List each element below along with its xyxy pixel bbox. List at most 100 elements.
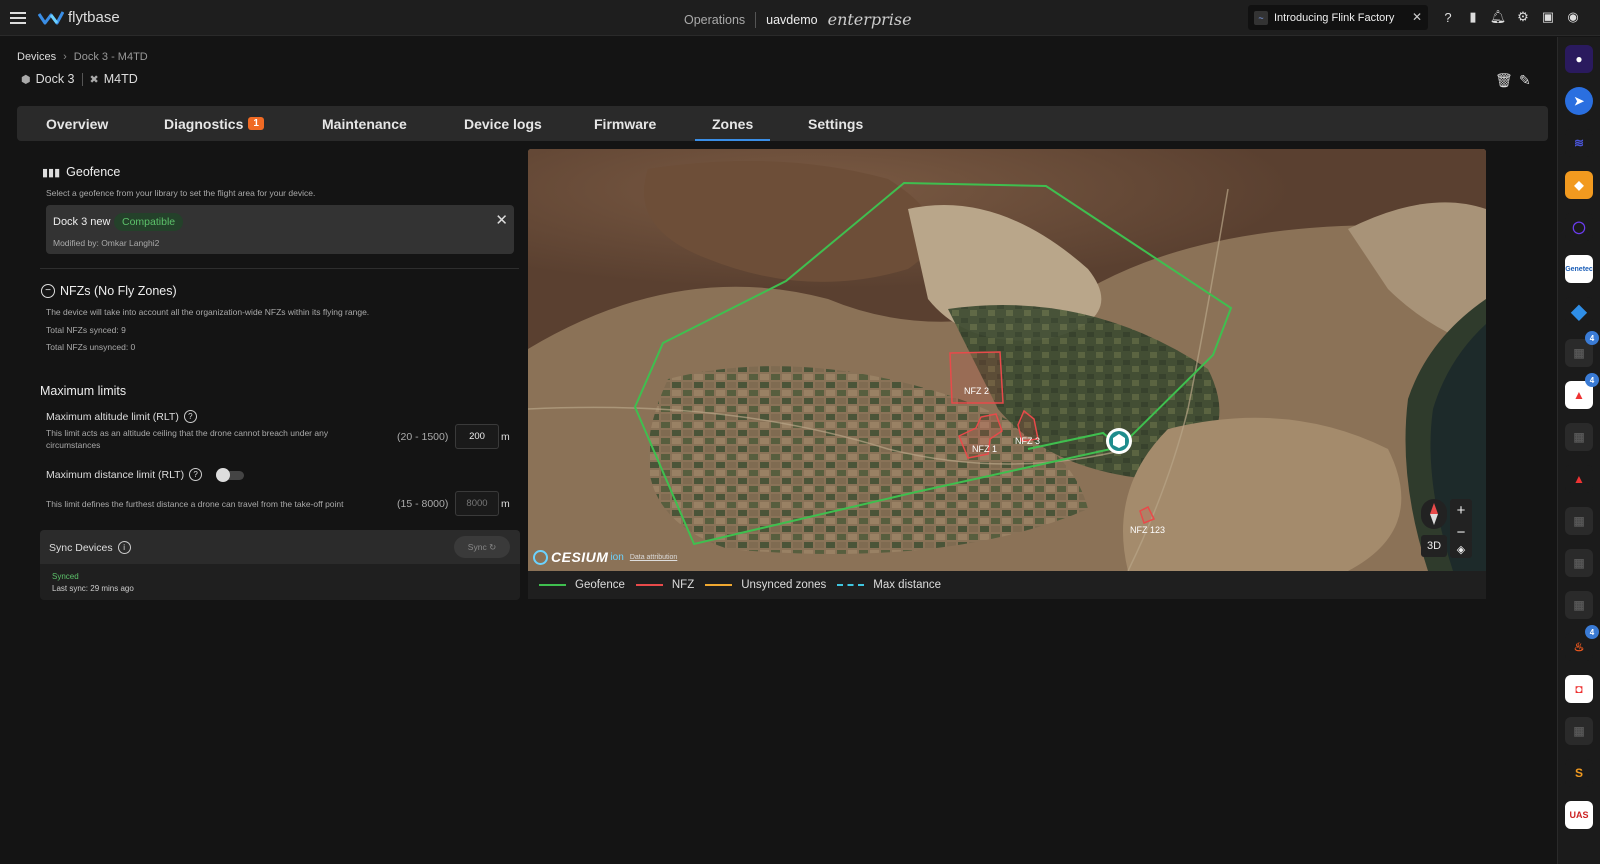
rail-app-5[interactable]: ◯ [1565, 213, 1593, 241]
zoom-out-icon[interactable]: − [1457, 524, 1466, 541]
rail-app-fire[interactable]: ♨ 4 [1565, 625, 1599, 661]
sync-status: Synced [52, 572, 79, 581]
no-entry-icon: − [41, 284, 55, 298]
rail-app-10[interactable]: ▦ [1565, 423, 1593, 451]
info-icon[interactable]: i [117, 541, 131, 554]
flink-icon: ~ [1254, 10, 1268, 25]
tab-label: Diagnostics [164, 115, 244, 132]
divider [81, 72, 83, 86]
divider [40, 268, 519, 269]
compatible-badge: Compatible [114, 213, 184, 231]
notification-bell-icon[interactable]: 🔔︎ [1490, 9, 1507, 25]
distance-limit-input[interactable]: 8000 [455, 491, 499, 516]
rail-app-4[interactable]: ◆ [1565, 171, 1593, 199]
rail-app-genetec[interactable]: Genetec [1565, 255, 1593, 283]
compass-needle-icon [1430, 503, 1438, 525]
flytbase-logo-icon [38, 10, 64, 24]
data-attribution-link[interactable]: Data attribution [630, 554, 677, 561]
edit-icon[interactable]: ✎ [1519, 72, 1531, 89]
altitude-limit-text: Maximum altitude limit (RLT) [46, 410, 179, 423]
dock-name: Dock 3 [35, 72, 75, 86]
tab-zones[interactable]: Zones [694, 106, 771, 141]
sync-devices-header: Sync Devices i Sync ↻ [40, 530, 520, 564]
remove-geofence-close-icon[interactable]: ✕ [495, 211, 508, 229]
breadcrumb-devices[interactable]: Devices [17, 51, 56, 63]
delete-icon[interactable]: 🗑︎ [1495, 72, 1513, 89]
cesium-attribution: CESIUM ion Data attribution [533, 549, 677, 565]
rail-app-18[interactable]: S [1565, 759, 1593, 787]
legend-label: Geofence [575, 579, 625, 591]
cesium-logo-icon [533, 549, 548, 565]
zoom-in-icon[interactable]: + [1457, 502, 1466, 519]
sync-button[interactable]: Sync ↻ [454, 536, 510, 558]
nfz-123-label: NFZ 123 [1130, 525, 1165, 535]
rail-app-2[interactable]: ➤ [1565, 87, 1593, 115]
tab-device-logs[interactable]: Device logs [464, 106, 542, 141]
org-name[interactable]: uavdemo [766, 13, 817, 27]
help-icon[interactable]: ? [189, 468, 203, 481]
tab-label: Settings [808, 115, 864, 132]
gift-icon[interactable]: ▣ [1540, 9, 1556, 25]
cesium-ion-text: ion [610, 551, 624, 563]
cesium-logo-text: CESIUM [551, 549, 609, 565]
logo[interactable]: flytbase [38, 9, 120, 26]
legend-line [539, 584, 566, 586]
rail-app-video[interactable]: ◘ [1565, 675, 1593, 703]
zones-map[interactable]: NFZ 2 NFZ 1 NFZ 3 NFZ 123 [528, 149, 1486, 571]
dock-icon: ⬢ [21, 73, 31, 86]
announcement-banner[interactable]: ~ Introducing Flink Factory ✕ [1248, 5, 1428, 30]
layers-icon[interactable]: ◈ [1450, 540, 1472, 558]
close-icon[interactable]: ✕ [1412, 10, 1422, 24]
rail-app-13[interactable]: ▦ [1565, 549, 1593, 577]
rail-app-3[interactable]: ≋ [1565, 129, 1593, 157]
rail-app-8[interactable]: ▦ 4 [1565, 331, 1599, 367]
rail-app-12[interactable]: ▦ [1565, 507, 1593, 535]
divider [755, 11, 757, 28]
help-icon[interactable]: ? [1440, 9, 1456, 25]
rail-app-siren[interactable]: ▲ [1565, 465, 1593, 493]
compass-icon[interactable] [1421, 499, 1447, 529]
workspace-switcher: Operations uavdemo enterprise [684, 10, 912, 29]
settings-gear-icon[interactable]: ⚙ [1515, 9, 1531, 25]
drone-name: M4TD [103, 72, 138, 86]
rail-app-7[interactable]: ◆ [1565, 297, 1593, 325]
rail-badge: 4 [1585, 331, 1599, 345]
last-sync-time: Last sync: 29 mins ago [52, 584, 134, 593]
tab-diagnostics[interactable]: Diagnostics 1 [164, 106, 264, 141]
operations-link[interactable]: Operations [684, 13, 745, 27]
zoom-controls: + − [1450, 499, 1472, 543]
altitude-limit-input[interactable]: 200 [455, 424, 499, 449]
tab-overview[interactable]: Overview [46, 106, 108, 141]
distance-limit-toggle[interactable] [216, 468, 244, 482]
tab-settings[interactable]: Settings [808, 106, 863, 141]
rail-app-1[interactable]: ● [1565, 45, 1593, 73]
help-icon[interactable]: ? [183, 410, 197, 423]
toggle-3d-button[interactable]: 3D [1421, 535, 1447, 557]
tab-maintenance[interactable]: Maintenance [322, 106, 407, 141]
menu-icon[interactable] [10, 12, 26, 24]
dock-marker-icon[interactable] [1106, 428, 1132, 454]
rail-app-17[interactable]: ▦ [1565, 717, 1593, 745]
tab-label: Overview [46, 115, 109, 132]
rail-app-alarm[interactable]: ▲ 4 [1565, 373, 1599, 409]
rail-app-19[interactable]: UAS [1565, 801, 1593, 829]
geofence-title-text: Geofence [66, 165, 121, 179]
logo-text: flytbase [68, 9, 120, 26]
rail-app-14[interactable]: ▦ [1565, 591, 1593, 619]
nfz-unsynced-count: Total NFZs unsynced: 0 [46, 342, 136, 352]
selected-geofence-card[interactable]: Dock 3 new Compatible Modified by: Omkar… [46, 205, 514, 254]
analytics-icon[interactable]: ▮ [1465, 9, 1481, 25]
diagnostics-count-badge: 1 [248, 117, 264, 130]
distance-range: (15 - 8000) [397, 498, 449, 510]
legend-line [705, 584, 733, 586]
user-avatar-icon[interactable]: ◉ [1565, 9, 1581, 25]
tab-label: Zones [712, 115, 754, 132]
altitude-unit: m [501, 431, 510, 443]
tab-label: Firmware [594, 115, 657, 132]
tab-firmware[interactable]: Firmware [594, 106, 656, 141]
distance-unit: m [501, 498, 510, 510]
max-limits-title: Maximum limits [40, 384, 127, 398]
distance-limit-description: This limit defines the furthest distance… [46, 499, 344, 509]
geofence-subtitle: Select a geofence from your library to s… [46, 188, 316, 198]
sync-devices-title: Sync Devices i [49, 541, 131, 554]
